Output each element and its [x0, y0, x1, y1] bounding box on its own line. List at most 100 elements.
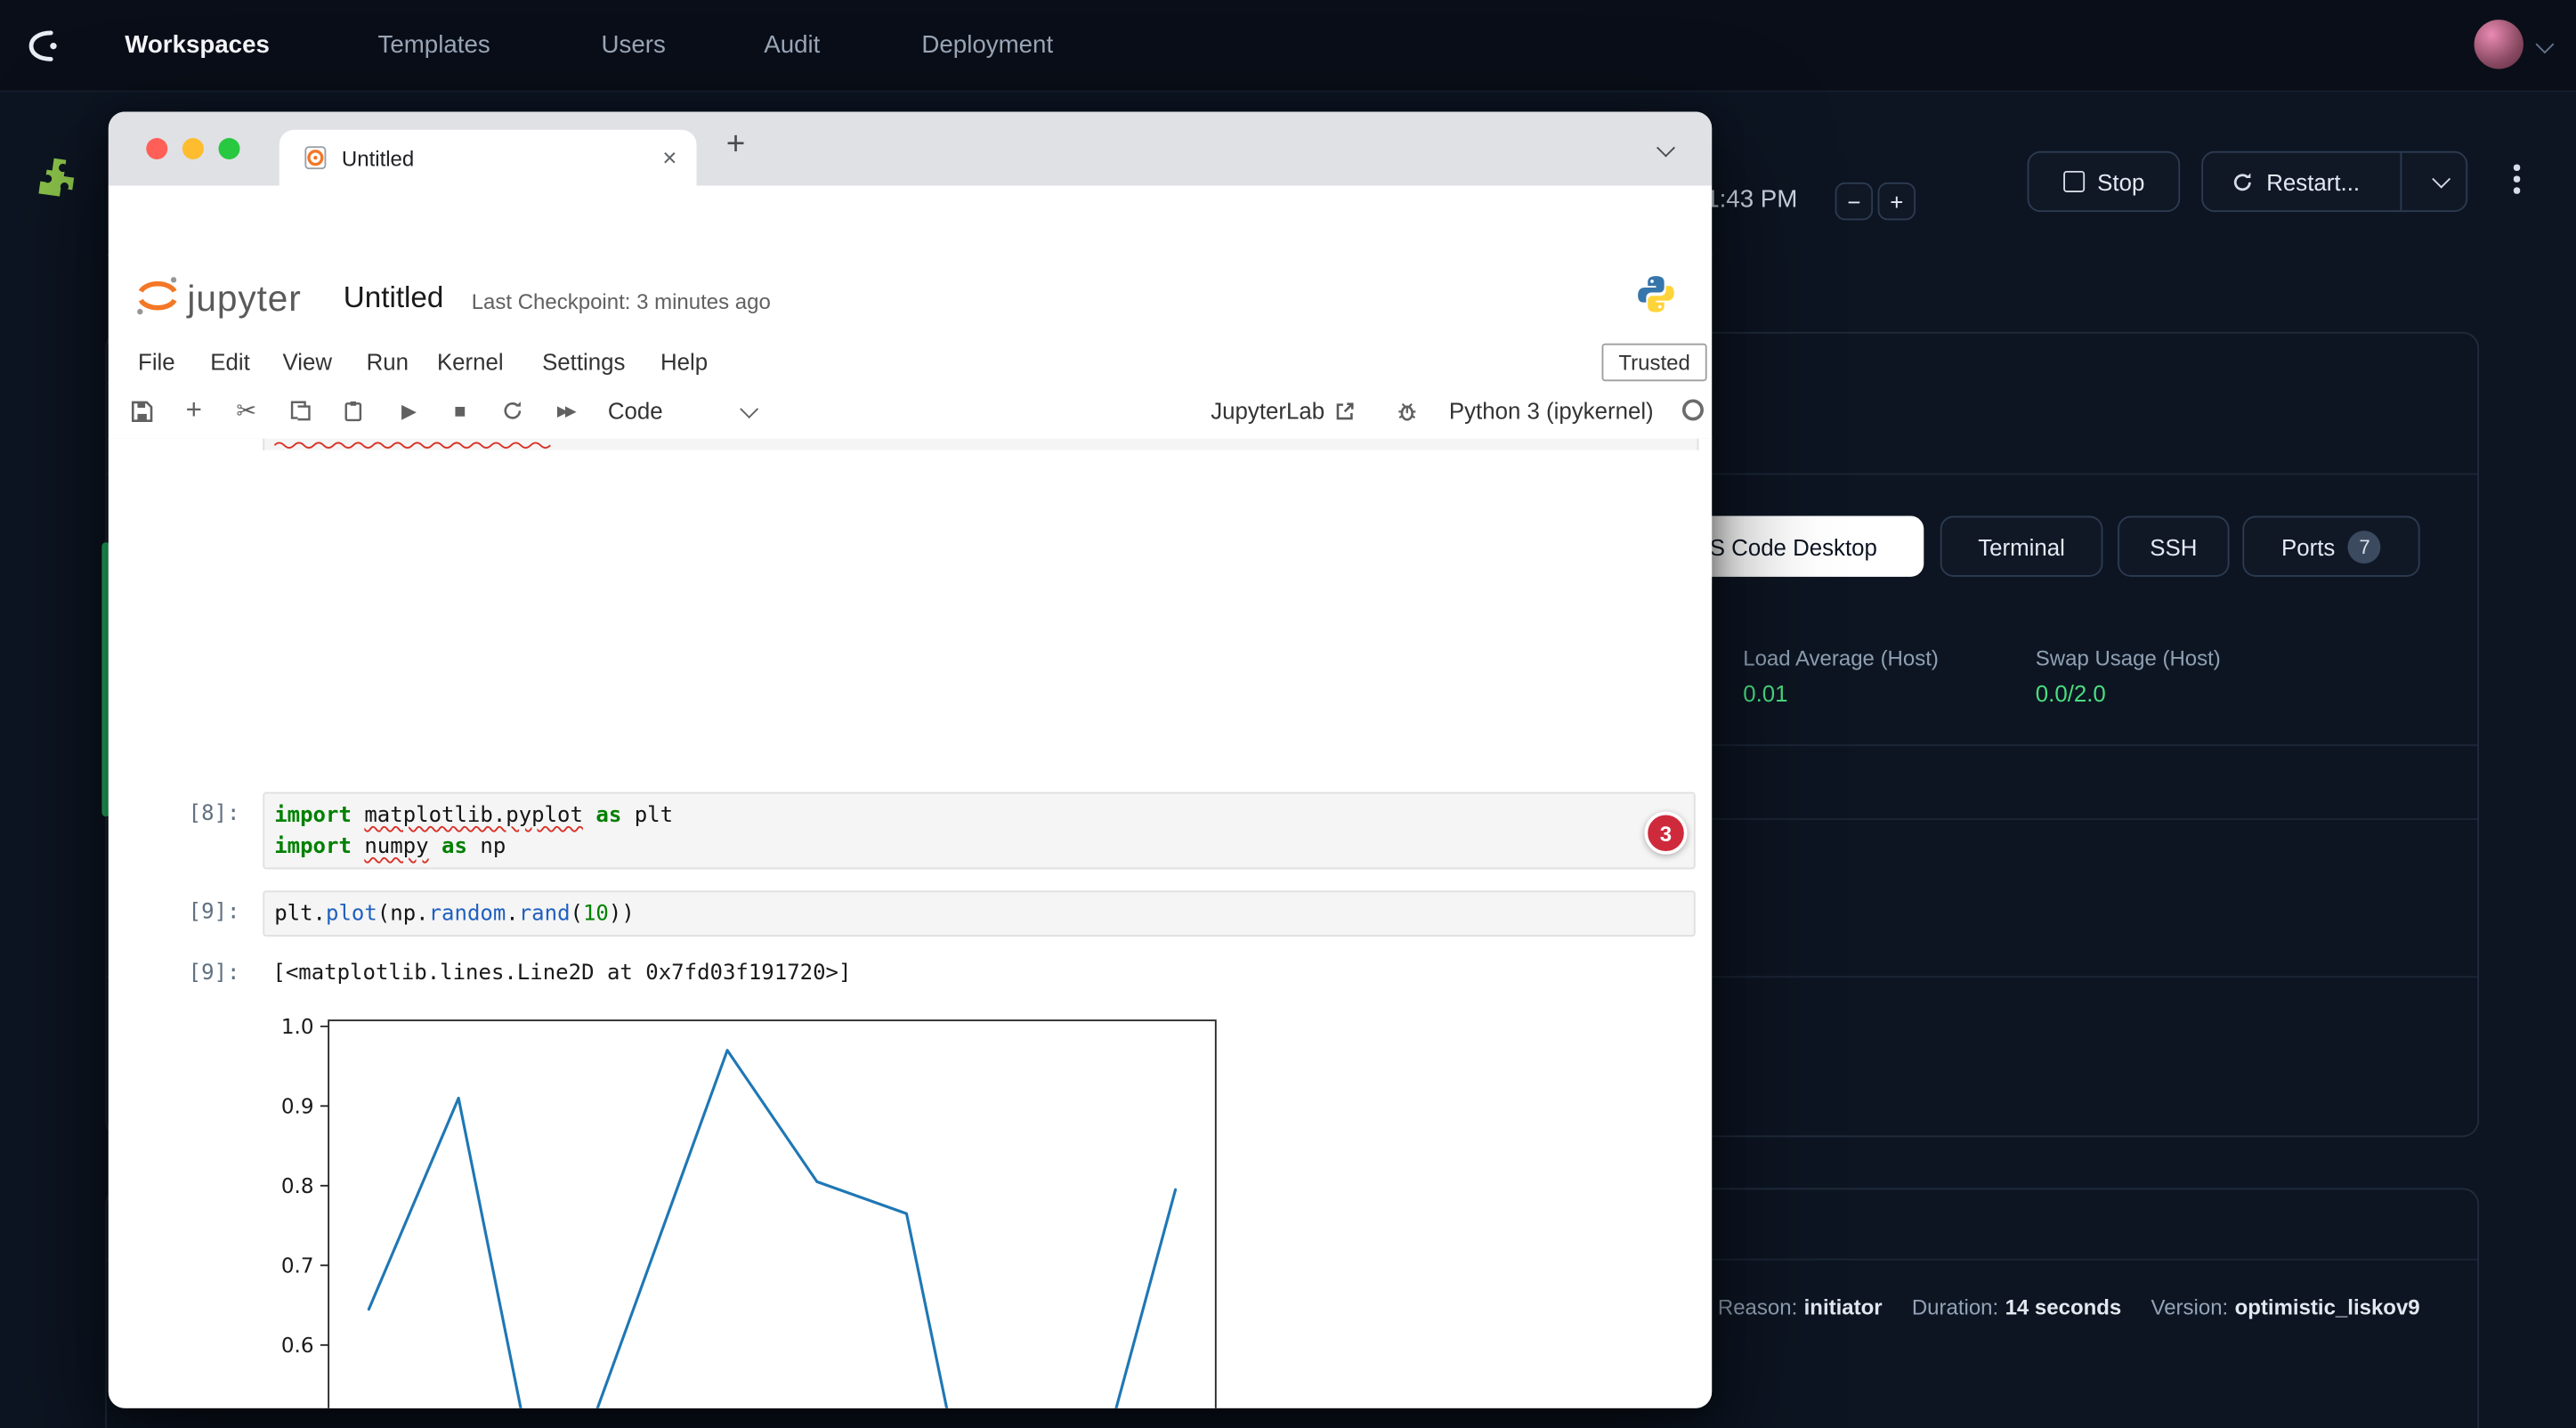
clipped-cell-sliver [263, 439, 1698, 450]
svg-text:1.0: 1.0 [281, 1016, 314, 1039]
swap-usage-value: 0.0/2.0 [2036, 680, 2106, 707]
svg-text:0.7: 0.7 [281, 1254, 314, 1278]
tab-close-icon[interactable]: × [662, 143, 676, 171]
jupyter-logo-icon [134, 272, 181, 327]
zoom-in-button[interactable]: + [1878, 183, 1916, 220]
vscode-desktop-label: VS Code Desktop [1695, 533, 1877, 560]
stop-square-icon [2062, 171, 2084, 192]
tab-search-chevron-icon[interactable] [1657, 139, 1675, 158]
menu-settings[interactable]: Settings [542, 340, 625, 383]
nav-item-deployment[interactable]: Deployment [921, 0, 1053, 91]
jupyter-toolbar: + ✂ ▶ ■ ▶▶ Code JupyterLab [109, 383, 1712, 441]
browser-tab[interactable]: Untitled × [279, 130, 697, 186]
screen: Workspaces Templates Users Audit Deploym… [0, 0, 2576, 1428]
python-logo-icon [1634, 272, 1677, 323]
chevron-down-icon [740, 399, 758, 418]
top-navbar: Workspaces Templates Users Audit Deploym… [0, 0, 2576, 92]
cell2-prompt: [9]: [142, 900, 240, 925]
cell1-prompt: [8]: [142, 802, 240, 827]
workspace-menu-kebab[interactable] [2514, 165, 2519, 193]
maximize-window-button[interactable] [218, 138, 239, 159]
chevron-down-icon[interactable] [2535, 35, 2554, 53]
menu-help[interactable]: Help [660, 340, 708, 383]
cell-type-value: Code [608, 398, 663, 425]
jupyter-wordmark: jupyter [187, 278, 301, 320]
notebook-title[interactable]: Untitled [344, 281, 444, 316]
cell-type-select[interactable]: Code [608, 393, 766, 429]
menu-file[interactable]: File [138, 340, 175, 383]
paste-cell-icon[interactable] [334, 383, 373, 439]
duration-pair: Duration:14 seconds [1912, 1294, 2121, 1319]
copy-cell-icon[interactable] [281, 383, 320, 439]
svg-text:0.9: 0.9 [281, 1095, 314, 1118]
code-line: plt.plot(np.random.rand(10)) [274, 899, 1694, 930]
jupyterlab-label: JupyterLab [1211, 398, 1324, 425]
cut-cell-icon[interactable]: ✂ [227, 383, 266, 439]
kernel-status-indicator [1682, 399, 1704, 420]
debugger-bug-icon[interactable] [1387, 383, 1426, 439]
version-pair: Version:optimistic_liskov9 [2151, 1294, 2420, 1319]
trusted-button[interactable]: Trusted [1602, 344, 1707, 381]
menu-kernel[interactable]: Kernel [437, 340, 504, 383]
load-average-label: Load Average (Host) [1743, 645, 1939, 670]
nav-item-users[interactable]: Users [602, 0, 666, 91]
coder-logo-icon[interactable] [16, 21, 65, 70]
jupyter-menubar: File Edit View Run Kernel Settings Help … [109, 340, 1712, 385]
restart-split-button: Restart... [2201, 151, 2467, 212]
run-cell-icon[interactable]: ▶ [389, 383, 428, 439]
user-avatar[interactable] [2475, 20, 2523, 69]
ssh-label: SSH [2150, 533, 2197, 560]
ssh-button[interactable]: SSH [2118, 516, 2230, 577]
nav-item-workspaces[interactable]: Workspaces [125, 0, 270, 91]
svg-text:0.6: 0.6 [281, 1335, 314, 1358]
code-line: import numpy as np [274, 832, 1694, 863]
code-line: import matplotlib.pyplot as plt [274, 800, 1694, 832]
open-jupyterlab-link[interactable]: JupyterLab [1211, 383, 1356, 439]
address-bar: ← → 5555--main--test--matifali.atif.cdr.… [109, 186, 1712, 256]
minimize-window-button[interactable] [182, 138, 204, 159]
kernel-name[interactable]: Python 3 (ipykernel) [1449, 383, 1654, 439]
restart-run-all-icon[interactable]: ▶▶ [546, 383, 585, 439]
tab-strip: Untitled × + [109, 112, 1712, 186]
menu-edit[interactable]: Edit [210, 340, 250, 383]
ports-button[interactable]: Ports 7 [2242, 516, 2419, 577]
terminal-label: Terminal [1978, 533, 2065, 560]
terminal-button[interactable]: Terminal [1940, 516, 2103, 577]
stop-workspace-button[interactable]: Stop [2028, 151, 2181, 212]
external-link-icon [1334, 400, 1356, 421]
ports-label: Ports [2281, 533, 2335, 560]
load-average-value: 0.01 [1743, 680, 1787, 707]
cell2-input[interactable]: plt.plot(np.random.rand(10)) [263, 890, 1695, 937]
checkpoint-status: Last Checkpoint: 3 minutes ago [472, 289, 771, 314]
puzzle-extension-icon[interactable] [33, 153, 82, 202]
jupyter-header: jupyter Untitled Last Checkpoint: 3 minu… [109, 255, 1712, 340]
notebook-content: [8]: import matplotlib.pyplot as plt imp… [109, 439, 1712, 1408]
interrupt-kernel-icon[interactable]: ■ [441, 383, 480, 439]
save-icon[interactable] [122, 383, 161, 439]
output-prompt: [9]: [142, 961, 240, 986]
restart-options-button[interactable] [2415, 153, 2466, 211]
build-meta-line: Reason:initiator Duration:14 seconds Ver… [1718, 1294, 2420, 1319]
restart-button[interactable]: Restart... [2203, 153, 2387, 211]
nav-item-templates[interactable]: Templates [378, 0, 490, 91]
menu-view[interactable]: View [282, 340, 332, 383]
cell1-input[interactable]: import matplotlib.pyplot as plt import n… [263, 792, 1695, 870]
menu-run[interactable]: Run [367, 340, 409, 383]
nav-item-audit[interactable]: Audit [764, 0, 820, 91]
close-window-button[interactable] [146, 138, 167, 159]
ports-count-badge: 7 [2348, 530, 2381, 563]
add-cell-icon[interactable]: + [174, 383, 214, 439]
tab-title: Untitled [342, 145, 662, 170]
zoom-out-button[interactable]: − [1835, 183, 1873, 220]
reason-pair: Reason:initiator [1718, 1294, 1883, 1319]
restart-label: Restart... [2266, 168, 2360, 195]
new-tab-button[interactable]: + [726, 126, 746, 164]
restart-icon [2231, 170, 2254, 193]
browser-window: Untitled × + ← → 5555--main--test--matif… [109, 112, 1712, 1408]
output-text: [<matplotlib.lines.Line2D at 0x7fd03f191… [272, 961, 851, 986]
restart-kernel-icon[interactable] [493, 383, 532, 439]
tab-favicon [303, 144, 329, 171]
swap-usage-label: Swap Usage (Host) [2036, 645, 2221, 670]
figure-svg: 0.20.30.40.50.60.70.80.91.002468 [263, 1009, 1248, 1408]
collaborators-badge: 3 [1645, 812, 1688, 855]
